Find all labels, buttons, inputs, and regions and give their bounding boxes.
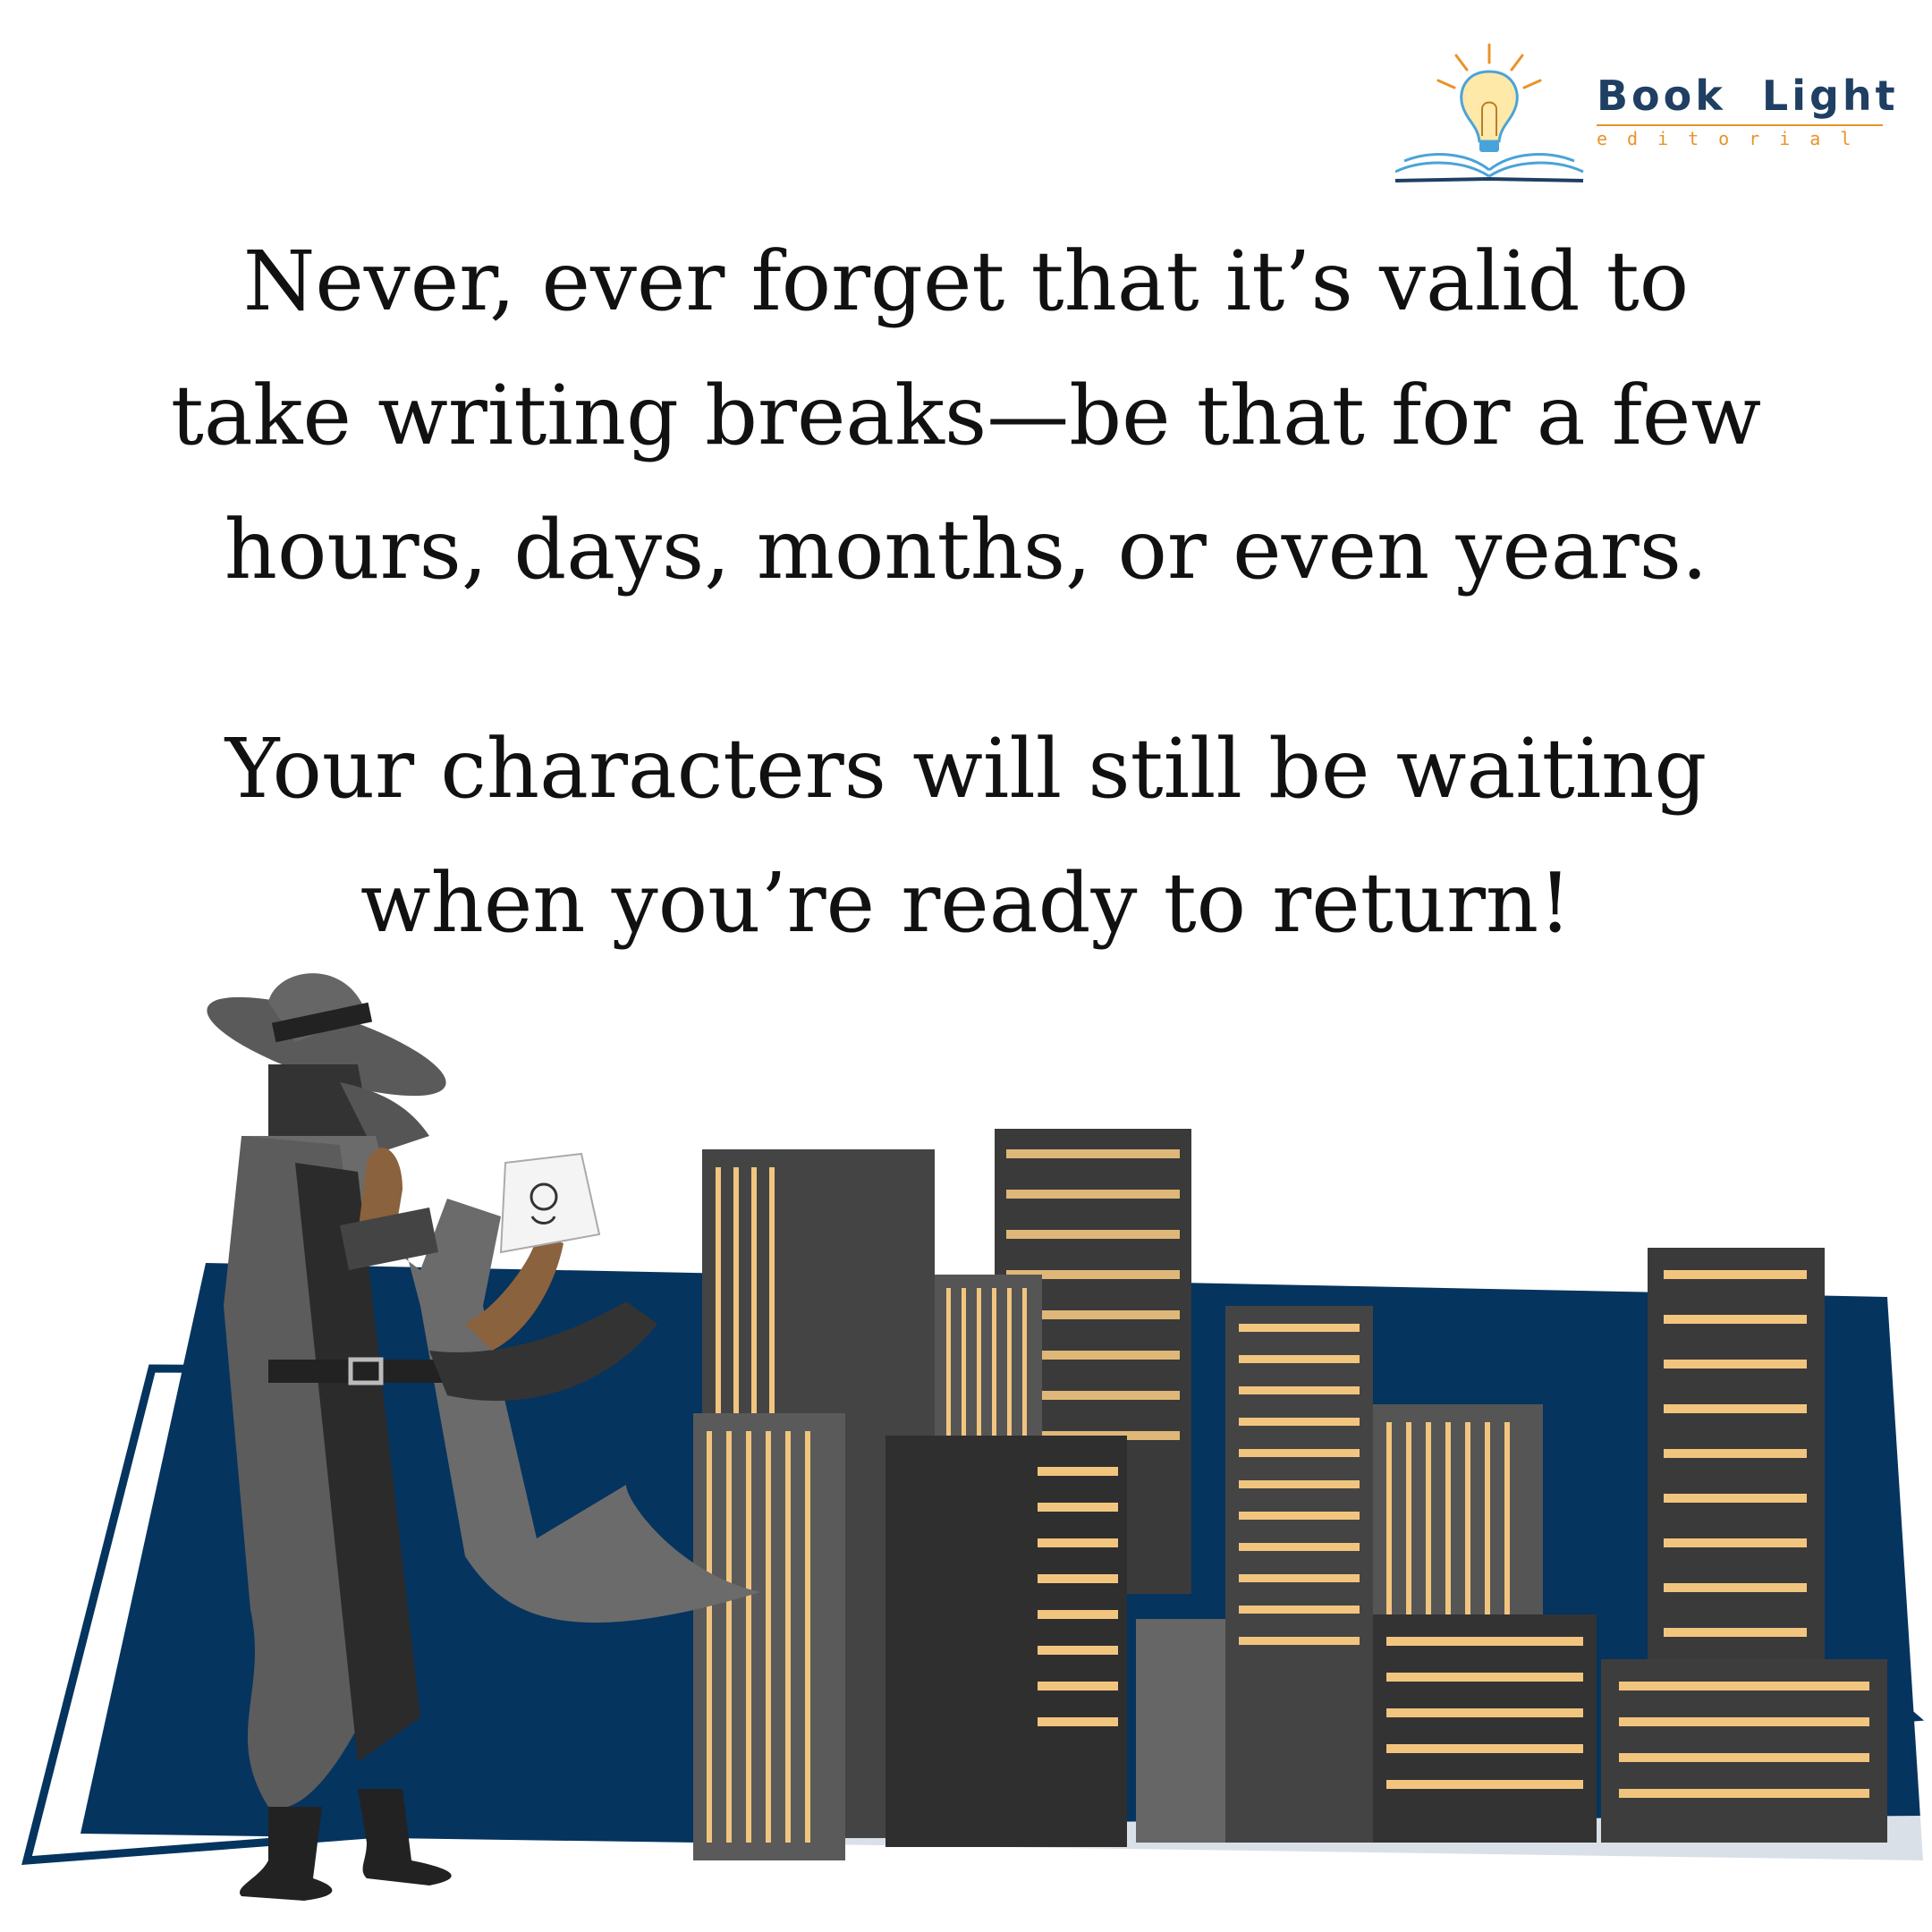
city-book-illustration [0, 930, 1932, 1932]
quote-line: Your characters will still be waiting [225, 721, 1707, 817]
quote-line: Never, ever forget that it’s valid to [242, 233, 1690, 329]
quote-line: hours, days, months, or even years. [224, 502, 1708, 597]
social-post: Book Light editorial Never, ever forget … [0, 0, 1932, 1932]
brand-subtitle: editorial [1597, 128, 1871, 149]
quote-line: take writing breaks—be that for a few [170, 368, 1762, 463]
city-skyline [693, 1129, 1887, 1860]
quote-paragraph-1: Never, ever forget that it’s valid to ta… [54, 215, 1878, 617]
brand-name: Book Light [1597, 72, 1899, 120]
book-light-logo: Book Light editorial [1395, 36, 1896, 197]
